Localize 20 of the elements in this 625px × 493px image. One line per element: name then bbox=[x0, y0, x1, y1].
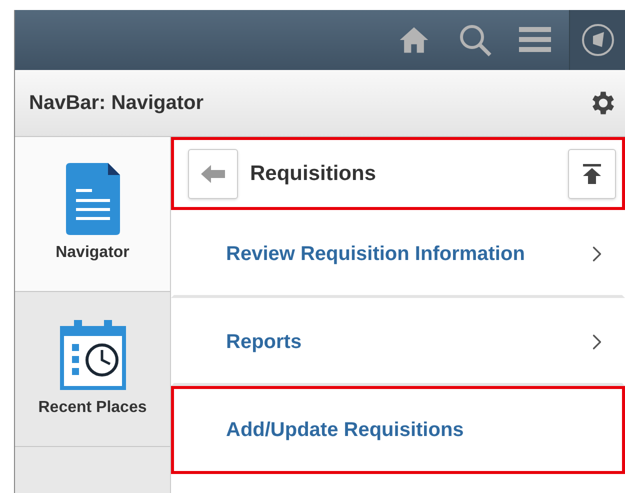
menu-item-label: Review Requisition Information bbox=[226, 242, 525, 267]
left-arrow-icon bbox=[201, 164, 225, 182]
sidebar-label: Navigator bbox=[56, 243, 130, 263]
compass-icon[interactable] bbox=[580, 23, 614, 57]
document-icon bbox=[66, 163, 120, 235]
menu-item[interactable]: Reports bbox=[171, 298, 625, 386]
arrow-to-top-icon bbox=[583, 164, 601, 184]
panel-title: NavBar: Navigator bbox=[29, 91, 204, 116]
menu-item-label: Add/Update Requisitions bbox=[226, 418, 464, 443]
folder-title: Requisitions bbox=[250, 160, 376, 187]
back-button[interactable] bbox=[188, 148, 238, 198]
collapse-button[interactable] bbox=[568, 148, 616, 198]
sidebar-label: Recent Places bbox=[38, 398, 147, 418]
menu-item[interactable]: Review Requisition Information bbox=[171, 210, 625, 298]
menu-item-label: Reports bbox=[226, 330, 302, 355]
calendar-clock-icon bbox=[60, 318, 126, 390]
menu-icon[interactable] bbox=[519, 25, 551, 55]
menu-item[interactable]: Add/Update Requisitions bbox=[171, 386, 625, 474]
search-icon[interactable] bbox=[457, 22, 493, 58]
sidebar-tile[interactable]: Navigator bbox=[15, 137, 170, 292]
